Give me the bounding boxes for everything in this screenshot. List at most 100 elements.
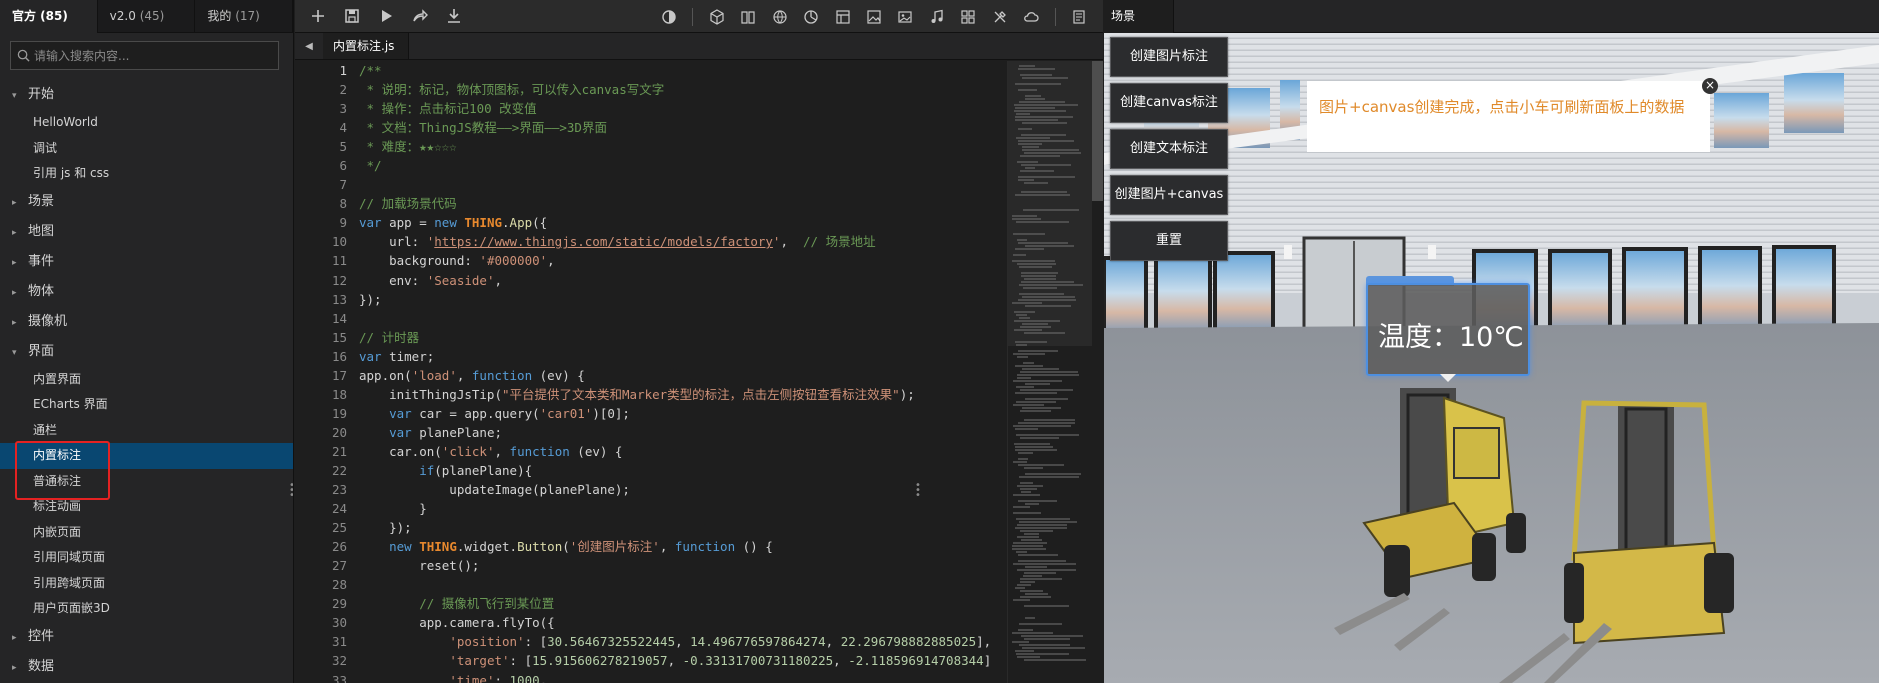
- tree-item[interactable]: 标注动画: [0, 494, 293, 520]
- code-line[interactable]: });: [359, 518, 999, 537]
- code-line[interactable]: // 加载场景代码: [359, 194, 999, 213]
- share-button[interactable]: [403, 0, 437, 33]
- scene-viewport[interactable]: 创建图片标注 创建canvas标注 创建文本标注 创建图片+canvas 重置 …: [1104, 33, 1879, 683]
- run-button[interactable]: [369, 0, 403, 33]
- image-button[interactable]: [858, 0, 889, 33]
- splitter-handle-right[interactable]: • • •: [915, 481, 921, 501]
- code-area[interactable]: 1 2 3 4 5 6 7 8 9 10 11 12 13 14 15 16 17 18 19 20 21 22 23 24 2…: [295, 61, 1007, 683]
- widgets-button[interactable]: [953, 0, 984, 33]
- temperature-marker[interactable]: 温度：10℃: [1366, 283, 1530, 376]
- code-line[interactable]: [359, 575, 999, 594]
- tree-item[interactable]: 调试: [0, 136, 293, 162]
- code-line[interactable]: // 摄像机飞行到某位置: [359, 594, 999, 613]
- cube-button[interactable]: [701, 0, 732, 33]
- tree-category[interactable]: ▸ 摄像机: [0, 307, 293, 337]
- code-line[interactable]: var timer;: [359, 347, 999, 366]
- tree-item[interactable]: 内嵌页面: [0, 520, 293, 546]
- code-line[interactable]: 'target': [15.915606278219057, -0.331317…: [359, 651, 999, 670]
- reset-button[interactable]: 重置: [1110, 221, 1228, 261]
- cloud-button[interactable]: [1015, 0, 1046, 33]
- tree-item[interactable]: 引用 js 和 css: [0, 161, 293, 187]
- tree-category[interactable]: ▸ 物体: [0, 277, 293, 307]
- code-line[interactable]: app.on('load', function (ev) {: [359, 366, 999, 385]
- book-button[interactable]: [733, 0, 764, 33]
- tree-category[interactable]: ▾ 开始: [0, 80, 293, 110]
- code-line[interactable]: }: [359, 499, 999, 518]
- code-line[interactable]: initThingJsTip("平台提供了文本类和Marker类型的标注，点击左…: [359, 385, 999, 404]
- globe-button[interactable]: [764, 0, 795, 33]
- code-line[interactable]: new THING.widget.Button('创建图片标注', functi…: [359, 537, 999, 556]
- code-line[interactable]: * 难度：★★☆☆☆: [359, 137, 999, 156]
- save-button[interactable]: [335, 0, 369, 33]
- code-line[interactable]: */: [359, 156, 999, 175]
- minimap-line: [1016, 518, 1070, 520]
- code-lines[interactable]: /** * 说明：标记，物体顶图标，可以传入canvas写文字 * 操作：点击标…: [359, 61, 999, 683]
- tree-item[interactable]: 用户页面嵌3D: [0, 596, 293, 622]
- code-line[interactable]: /**: [359, 61, 999, 80]
- code-line[interactable]: var car = app.query('car01')[0];: [359, 404, 999, 423]
- code-line[interactable]: * 说明：标记，物体顶图标，可以传入canvas写文字: [359, 80, 999, 99]
- code-line[interactable]: });: [359, 290, 999, 309]
- tree-category[interactable]: ▸ 控件: [0, 622, 293, 652]
- tree-item[interactable]: 内置界面: [0, 367, 293, 393]
- download-button[interactable]: [437, 0, 471, 33]
- code-line[interactable]: url: 'https://www.thingjs.com/static/mod…: [359, 232, 999, 251]
- line-number: 10: [331, 234, 347, 250]
- create-canvas-marker-button[interactable]: 创建canvas标注: [1110, 83, 1228, 123]
- create-text-marker-button[interactable]: 创建文本标注: [1110, 129, 1228, 169]
- code-line[interactable]: app.camera.flyTo({: [359, 613, 999, 632]
- tree-category[interactable]: ▸ 事件: [0, 247, 293, 277]
- code-line[interactable]: 'position': [30.56467325522445, 14.49677…: [359, 632, 999, 651]
- search-input[interactable]: [34, 48, 264, 63]
- tree-category[interactable]: ▸ 地图: [0, 217, 293, 247]
- code-line[interactable]: 'time': 1000,: [359, 671, 999, 683]
- create-image-canvas-button[interactable]: 创建图片+canvas: [1110, 175, 1228, 215]
- tab-mine[interactable]: 我的 (17): [195, 0, 293, 33]
- file-tab-active[interactable]: 内置标注.js: [323, 33, 410, 59]
- tree-category[interactable]: ▸ 场景: [0, 187, 293, 217]
- tab-scene[interactable]: 场景: [1104, 0, 1174, 33]
- create-image-marker-button[interactable]: 创建图片标注: [1110, 37, 1228, 77]
- editor-scrollbar-thumb[interactable]: [1092, 61, 1103, 201]
- code-line[interactable]: // 计时器: [359, 328, 999, 347]
- code-line[interactable]: car.on('click', function (ev) {: [359, 442, 999, 461]
- code-line[interactable]: * 文档：ThingJS教程——>界面——>3D界面: [359, 118, 999, 137]
- tree-item[interactable]: 引用同域页面: [0, 545, 293, 571]
- tree-category[interactable]: ▾ 界面: [0, 337, 293, 367]
- tree-item[interactable]: 通栏: [0, 418, 293, 444]
- pie-chart-button[interactable]: [796, 0, 827, 33]
- code-line[interactable]: var planePlane;: [359, 423, 999, 442]
- code-line[interactable]: [359, 175, 999, 194]
- theme-button[interactable]: [653, 0, 684, 33]
- splitter-handle-left[interactable]: •••: [289, 481, 293, 501]
- music-button[interactable]: [921, 0, 952, 33]
- tab-official[interactable]: 官方 (85): [0, 0, 98, 33]
- code-token: )[0];: [592, 405, 630, 421]
- tree-category[interactable]: ▸ 数据: [0, 652, 293, 682]
- tree-item-selected[interactable]: 内置标注: [0, 443, 293, 469]
- code-line[interactable]: [359, 309, 999, 328]
- tree-item[interactable]: HelloWorld: [0, 110, 293, 136]
- minimap-line: [1022, 146, 1039, 148]
- code-line[interactable]: updateImage(planePlane);: [359, 480, 999, 499]
- code-line[interactable]: if(planePlane){: [359, 461, 999, 480]
- layout-button[interactable]: [827, 0, 858, 33]
- tree-item[interactable]: 引用跨域页面: [0, 571, 293, 597]
- code-minimap[interactable]: [1007, 61, 1103, 683]
- notes-button[interactable]: [1064, 0, 1095, 33]
- code-line[interactable]: reset();: [359, 556, 999, 575]
- close-icon[interactable]: ×: [1702, 78, 1718, 94]
- minimap-line: [1021, 539, 1042, 541]
- tools-button[interactable]: [984, 0, 1015, 33]
- code-line[interactable]: background: '#000000',: [359, 251, 999, 270]
- code-line[interactable]: env: 'Seaside',: [359, 271, 999, 290]
- tab-v2[interactable]: v2.0 (45): [98, 0, 196, 33]
- tree-item[interactable]: 普通标注: [0, 469, 293, 495]
- code-line[interactable]: var app = new THING.App({: [359, 213, 999, 232]
- new-button[interactable]: [301, 0, 335, 33]
- picture-button[interactable]: [890, 0, 921, 33]
- tree-item[interactable]: ECharts 界面: [0, 392, 293, 418]
- collapse-arrow-icon[interactable]: ◀: [295, 33, 323, 59]
- code-line[interactable]: * 操作：点击标记100 改变值: [359, 99, 999, 118]
